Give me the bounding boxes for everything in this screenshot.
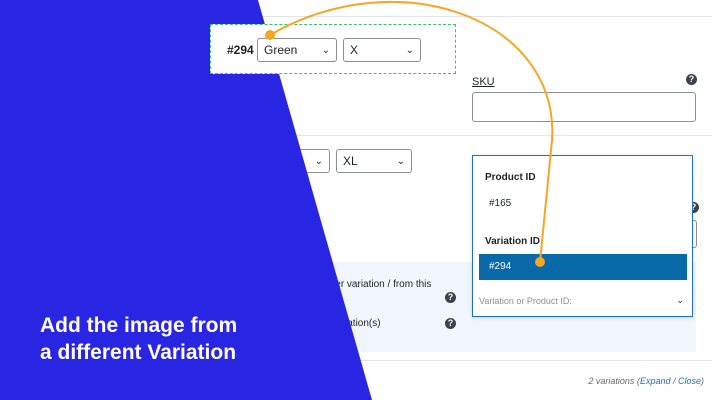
help-icon[interactable]: ? xyxy=(445,292,456,303)
chevron-down-icon: ⌄ xyxy=(396,155,405,167)
image-source-dropdown[interactable]: Product ID #165 Variation ID #294 Variat… xyxy=(472,155,693,317)
expand-link[interactable]: Expand xyxy=(640,376,671,386)
help-icon[interactable]: ? xyxy=(686,74,697,85)
selected-option-label: #294 xyxy=(489,261,512,272)
variation-294-highlight: #294 Green ⌄ X ⌄ xyxy=(210,24,456,74)
variation-id: #294 xyxy=(227,43,254,57)
promo-headline: Add the image from a different Variation xyxy=(40,312,237,366)
dropdown-group-product-id: Product ID xyxy=(485,172,536,183)
variations-count: 2 variations (Expand / Close) xyxy=(588,376,704,386)
size-select[interactable]: XL ⌄ xyxy=(336,149,412,173)
dropdown-group-variation-id: Variation ID xyxy=(485,236,541,247)
size-select[interactable]: X ⌄ xyxy=(343,38,421,62)
divider xyxy=(212,16,712,17)
color-select[interactable]: Green ⌄ xyxy=(257,38,337,62)
sku-label: SKU xyxy=(472,76,495,88)
chevron-down-icon: ⌄ xyxy=(321,44,330,56)
chevron-down-icon: ⌄ xyxy=(405,44,414,56)
headline-line-2: a different Variation xyxy=(40,341,237,364)
dropdown-option[interactable]: #165 xyxy=(489,198,511,209)
chevron-down-icon[interactable]: ⌄ xyxy=(676,295,684,306)
close-link[interactable]: Close xyxy=(678,376,701,386)
help-icon[interactable]: ? xyxy=(445,318,456,329)
chevron-down-icon: ⌄ xyxy=(314,155,323,167)
size-select-value: XL xyxy=(343,154,358,168)
size-select-value: X xyxy=(350,43,359,57)
dropdown-option-selected[interactable]: #294 xyxy=(479,254,687,280)
headline-line-1: Add the image from xyxy=(40,314,238,337)
color-select-value: Green xyxy=(264,43,298,57)
sku-input[interactable] xyxy=(472,92,696,122)
dropdown-search-placeholder[interactable]: Variation or Product ID: xyxy=(479,296,572,306)
